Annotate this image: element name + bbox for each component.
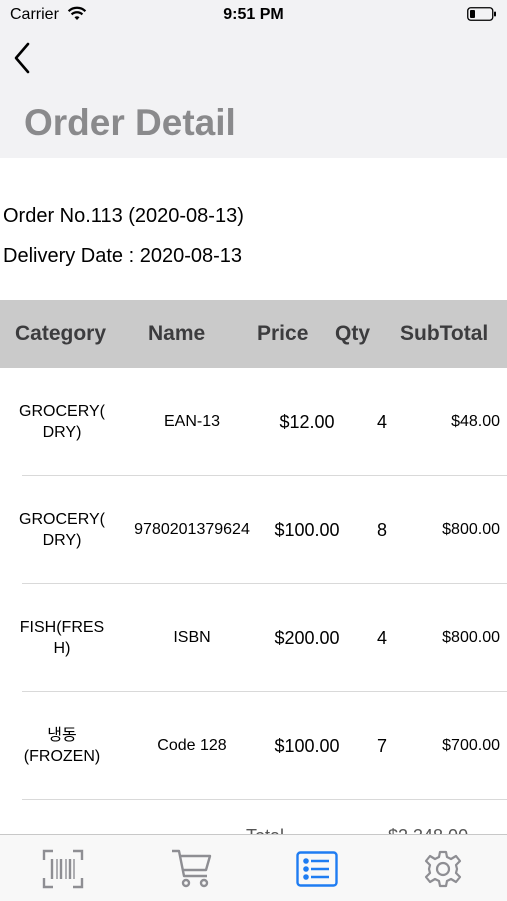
cell-name: ISBN [173, 629, 211, 646]
cell-subtotal: $48.00 [451, 413, 500, 430]
header-subtotal: SubTotal [400, 322, 489, 345]
chevron-left-icon[interactable] [10, 40, 36, 76]
cell-price: $200.00 [274, 627, 340, 648]
table-row[interactable]: 냉동 (FROZEN) Code 128 $100.00 7 $700.00 [0, 692, 507, 800]
cell-category: GROCERY( DRY) [19, 403, 105, 441]
cell-qty: 7 [376, 735, 387, 756]
header-qty: Qty [335, 322, 371, 345]
table-row[interactable]: GROCERY( DRY) EAN-13 $12.00 4 $48.00 [0, 368, 507, 476]
order-info: Order No.113 (2020-08-13) Delivery Date … [3, 204, 244, 284]
cell-name: EAN-13 [163, 413, 221, 430]
gear-icon[interactable] [421, 847, 465, 891]
cell-qty: 8 [376, 519, 387, 540]
order-number: Order No.113 (2020-08-13) [3, 205, 244, 227]
tab-bar [0, 834, 507, 901]
status-bar: Carrier 9:51 PM [0, 0, 507, 30]
cell-category: 냉동 (FROZEN) [23, 727, 101, 765]
cell-price: $100.00 [274, 735, 340, 756]
cell-price: $100.00 [274, 519, 340, 540]
cell-category: FISH(FRES H) [19, 619, 105, 657]
cell-price: $12.00 [279, 411, 335, 432]
header-name: Name [148, 322, 206, 345]
cell-subtotal: $800.00 [442, 521, 500, 538]
barcode-scan-icon[interactable] [41, 847, 85, 891]
table-header: Category Name Price Qty SubTotal [0, 300, 507, 368]
delivery-date: Delivery Date : 2020-08-13 [3, 245, 243, 267]
page-title: Order Detail [24, 102, 236, 143]
table-row[interactable]: FISH(FRES H) ISBN $200.00 4 $800.00 [0, 584, 507, 692]
row-divider [22, 799, 507, 800]
battery-icon [467, 7, 497, 26]
clock-time: 9:51 PM [223, 6, 284, 23]
table-row[interactable]: GROCERY( DRY) 9780201379624 $100.00 8 $8… [0, 476, 507, 584]
header-category: Category [15, 322, 107, 345]
cell-subtotal: $700.00 [442, 737, 500, 754]
cell-name: 9780201379624 [134, 521, 250, 538]
header-price: Price [257, 322, 309, 345]
list-icon[interactable] [295, 847, 339, 891]
cell-category: GROCERY( DRY) [19, 511, 105, 549]
cell-subtotal: $800.00 [442, 629, 500, 646]
cart-icon[interactable] [170, 847, 214, 891]
cell-qty: 4 [376, 411, 387, 432]
cell-name: Code 128 [157, 737, 227, 754]
cell-qty: 4 [376, 627, 387, 648]
navigation-header: Order Detail [0, 30, 507, 158]
